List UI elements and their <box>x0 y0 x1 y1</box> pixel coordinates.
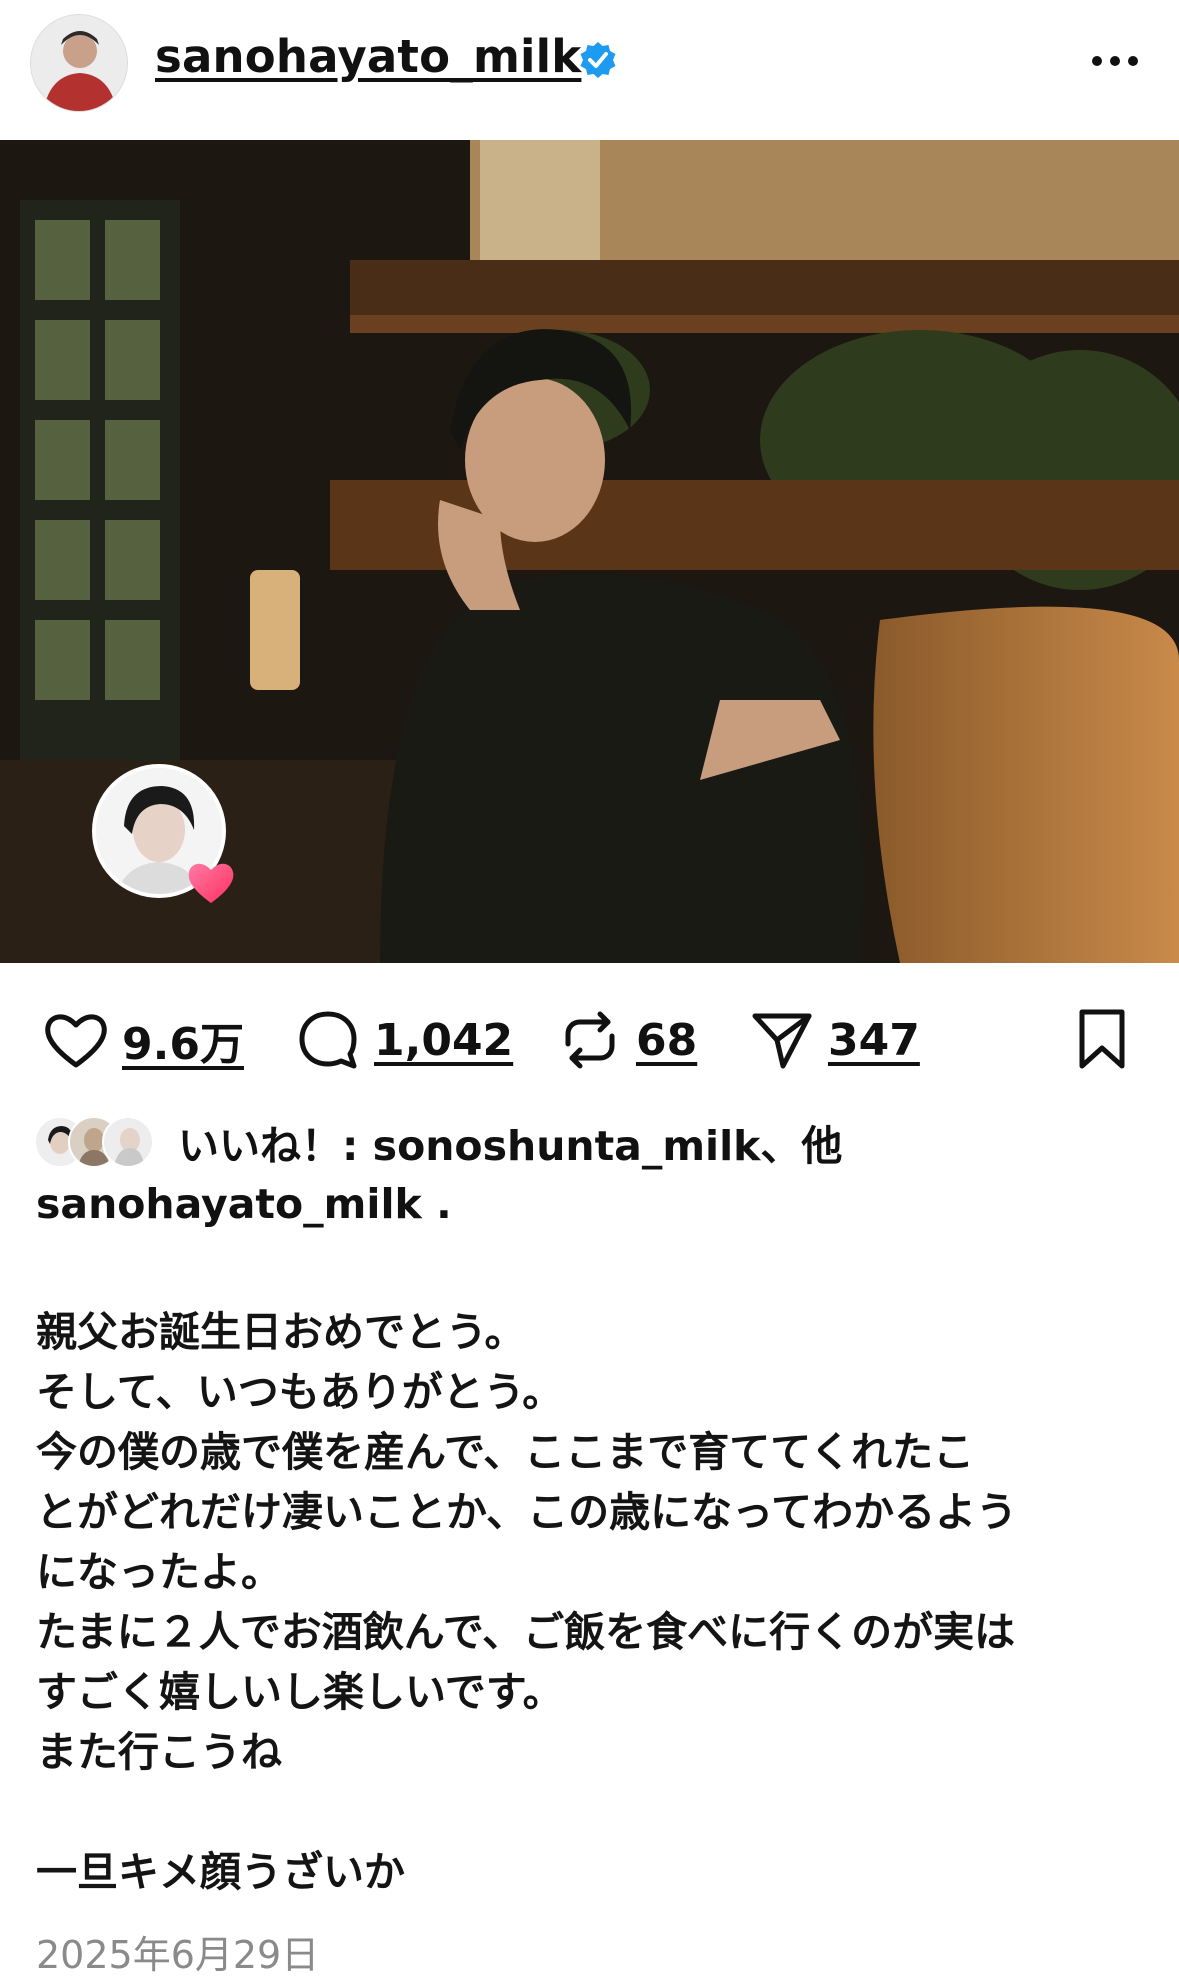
post-header: sanohayato_milk <box>0 0 1179 140</box>
send-icon <box>752 1013 812 1069</box>
repost-icon <box>565 1011 615 1069</box>
like-button[interactable] <box>40 1004 112 1076</box>
username-link[interactable]: sanohayato_milk <box>155 30 581 83</box>
post-date: 2025年6月29日 <box>36 1933 320 1977</box>
repost-button[interactable] <box>554 1004 626 1076</box>
caption-username-line: sanohayato_milk . <box>36 1180 452 1228</box>
comment-icon <box>299 1011 357 1069</box>
verified-badge-icon <box>580 42 616 78</box>
action-bar: 9.6万 1,042 68 347 <box>0 1000 1179 1080</box>
more-icon <box>1092 56 1138 66</box>
like-action[interactable]: 9.6万 <box>40 1000 244 1080</box>
liked-by-avatars[interactable] <box>34 1114 174 1170</box>
bookmark-icon <box>1079 1009 1125 1069</box>
liked-by-text[interactable]: いいね！: sonoshunta_milk、他 <box>178 1112 842 1172</box>
caption-separator: . <box>436 1180 452 1228</box>
share-button[interactable] <box>746 1004 818 1076</box>
comment-action[interactable]: 1,042 <box>292 1000 513 1080</box>
caption-text: 親父お誕生日おめでとう。 そして、いつもありがとう。 今の僕の歳で僕を産んで、こ… <box>36 1308 1018 1896</box>
save-action[interactable] <box>1066 1000 1138 1080</box>
comment-button[interactable] <box>292 1004 364 1076</box>
liked-by-avatar <box>102 1116 154 1168</box>
share-count[interactable]: 347 <box>828 1015 920 1066</box>
repost-count[interactable]: 68 <box>636 1015 697 1066</box>
more-options-button[interactable] <box>1085 34 1145 84</box>
repost-action[interactable]: 68 <box>554 1000 697 1080</box>
liked-by-row[interactable]: いいね！: sonoshunta_milk、他 <box>34 1112 842 1172</box>
profile-avatar[interactable] <box>30 14 128 112</box>
like-count[interactable]: 9.6万 <box>122 1008 244 1072</box>
caption-username[interactable]: sanohayato_milk <box>36 1180 422 1228</box>
heart-icon <box>188 863 234 903</box>
heart-outline-icon <box>45 1014 107 1068</box>
share-action[interactable]: 347 <box>746 1000 920 1080</box>
comment-count[interactable]: 1,042 <box>374 1015 513 1066</box>
save-button[interactable] <box>1066 1004 1138 1076</box>
